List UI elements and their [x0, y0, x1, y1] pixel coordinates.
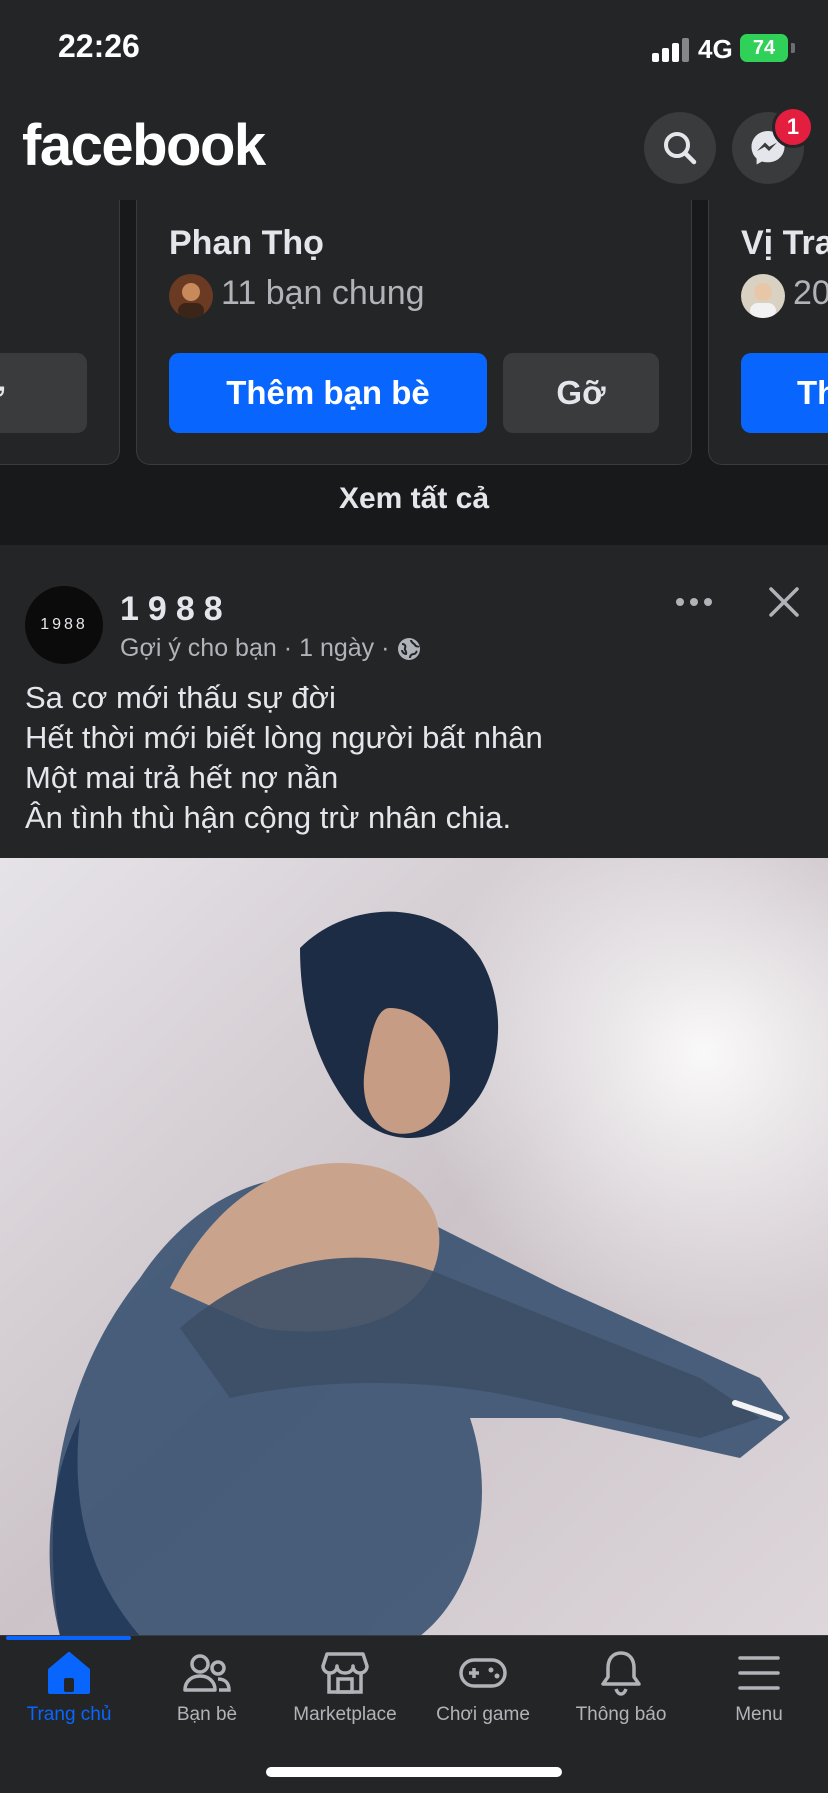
post-line: Ân tình thù hận cộng trừ nhân chia.	[25, 800, 512, 835]
network-type: 4G	[698, 34, 733, 64]
tab-menu[interactable]: Menu	[690, 1648, 828, 1748]
home-icon	[48, 1652, 90, 1694]
search-button[interactable]	[644, 112, 716, 184]
add-friend-button[interactable]: Th	[741, 353, 828, 433]
marketplace-icon	[321, 1652, 369, 1694]
remove-button[interactable]: Gỡ	[503, 353, 659, 433]
menu-icon	[738, 1656, 780, 1690]
remove-button[interactable]: Gỡ	[0, 353, 87, 433]
friend-name[interactable]: Vị Tra	[741, 224, 828, 263]
see-all-link[interactable]: Xem tất cả	[0, 482, 828, 516]
tab-label: Menu	[735, 1704, 783, 1725]
dot	[704, 598, 712, 606]
feed-post: 1988 1988 Gợi ý cho bạn · 1 ngày · Sa cơ…	[0, 560, 828, 1636]
mutual-friends: 11 bạn chung	[221, 274, 425, 312]
tab-home[interactable]: Trang chủ	[0, 1648, 138, 1748]
add-friend-button[interactable]: Thêm bạn bè	[169, 353, 487, 433]
tab-notifications[interactable]: Thông báo	[552, 1648, 690, 1748]
tab-label: Marketplace	[293, 1704, 397, 1725]
post-text: Sa cơ mới thấu sự đời Hết thời mới biết …	[25, 678, 805, 838]
post-line: Hết thời mới biết lòng người bất nhân	[25, 720, 543, 755]
tab-marketplace[interactable]: Marketplace	[276, 1648, 414, 1748]
status-bar: 22:26 4G 74	[0, 0, 828, 100]
post-time[interactable]: 1 ngày	[299, 634, 374, 663]
dot	[676, 598, 684, 606]
tab-label: Trang chủ	[26, 1704, 112, 1725]
facebook-logo[interactable]: facebook	[22, 112, 266, 179]
tab-label: Bạn bè	[176, 1704, 238, 1725]
mutual-friend-avatar	[169, 274, 213, 318]
battery-icon: 74	[740, 34, 788, 62]
page-avatar-text: 1988	[40, 616, 88, 633]
friend-card-left: Gỡ	[0, 200, 120, 465]
tab-label: Thông báo	[575, 1704, 667, 1725]
active-tab-indicator	[6, 1636, 131, 1640]
separator: ·	[283, 634, 293, 662]
battery-tip	[791, 43, 795, 53]
search-icon	[664, 132, 697, 165]
friend-card-right[interactable]: Vị Tra 20 Th	[708, 200, 828, 465]
post-meta: Gợi ý cho bạn · 1 ngày ·	[120, 634, 422, 663]
mutual-friend-avatar	[741, 274, 785, 318]
friend-card[interactable]: Phan Thọ 11 bạn chung Thêm bạn bè Gỡ	[136, 200, 692, 465]
post-image[interactable]	[0, 858, 828, 1636]
tab-label: Chơi game	[436, 1704, 530, 1725]
bell-icon	[601, 1651, 641, 1696]
mutual-friends: 20	[793, 274, 828, 312]
app-header: facebook	[0, 100, 828, 200]
dot	[690, 598, 698, 606]
separator: ·	[381, 634, 390, 662]
friend-name[interactable]: Phan Thọ	[169, 224, 324, 263]
more-options-button[interactable]	[676, 590, 716, 614]
page-name[interactable]: 1988	[120, 590, 232, 629]
tab-friends[interactable]: Bạn bè	[138, 1648, 276, 1748]
close-icon[interactable]	[766, 584, 802, 620]
signal-icon	[652, 38, 692, 62]
status-time: 22:26	[58, 28, 140, 64]
page-avatar[interactable]: 1988	[25, 586, 103, 664]
home-indicator	[266, 1767, 562, 1777]
friends-icon	[183, 1654, 231, 1692]
tab-gaming[interactable]: Chơi game	[414, 1648, 552, 1748]
post-line: Sa cơ mới thấu sự đời	[25, 680, 336, 715]
messenger-badge: 1	[772, 106, 814, 148]
people-you-may-know: Gỡ Phan Thọ 11 bạn chung Thêm bạn bè Gỡ …	[0, 200, 828, 545]
suggestion-label: Gợi ý cho bạn	[120, 634, 277, 662]
globe-icon	[398, 637, 421, 660]
post-line: Một mai trả hết nợ nần	[25, 760, 339, 795]
gaming-icon	[459, 1658, 507, 1688]
